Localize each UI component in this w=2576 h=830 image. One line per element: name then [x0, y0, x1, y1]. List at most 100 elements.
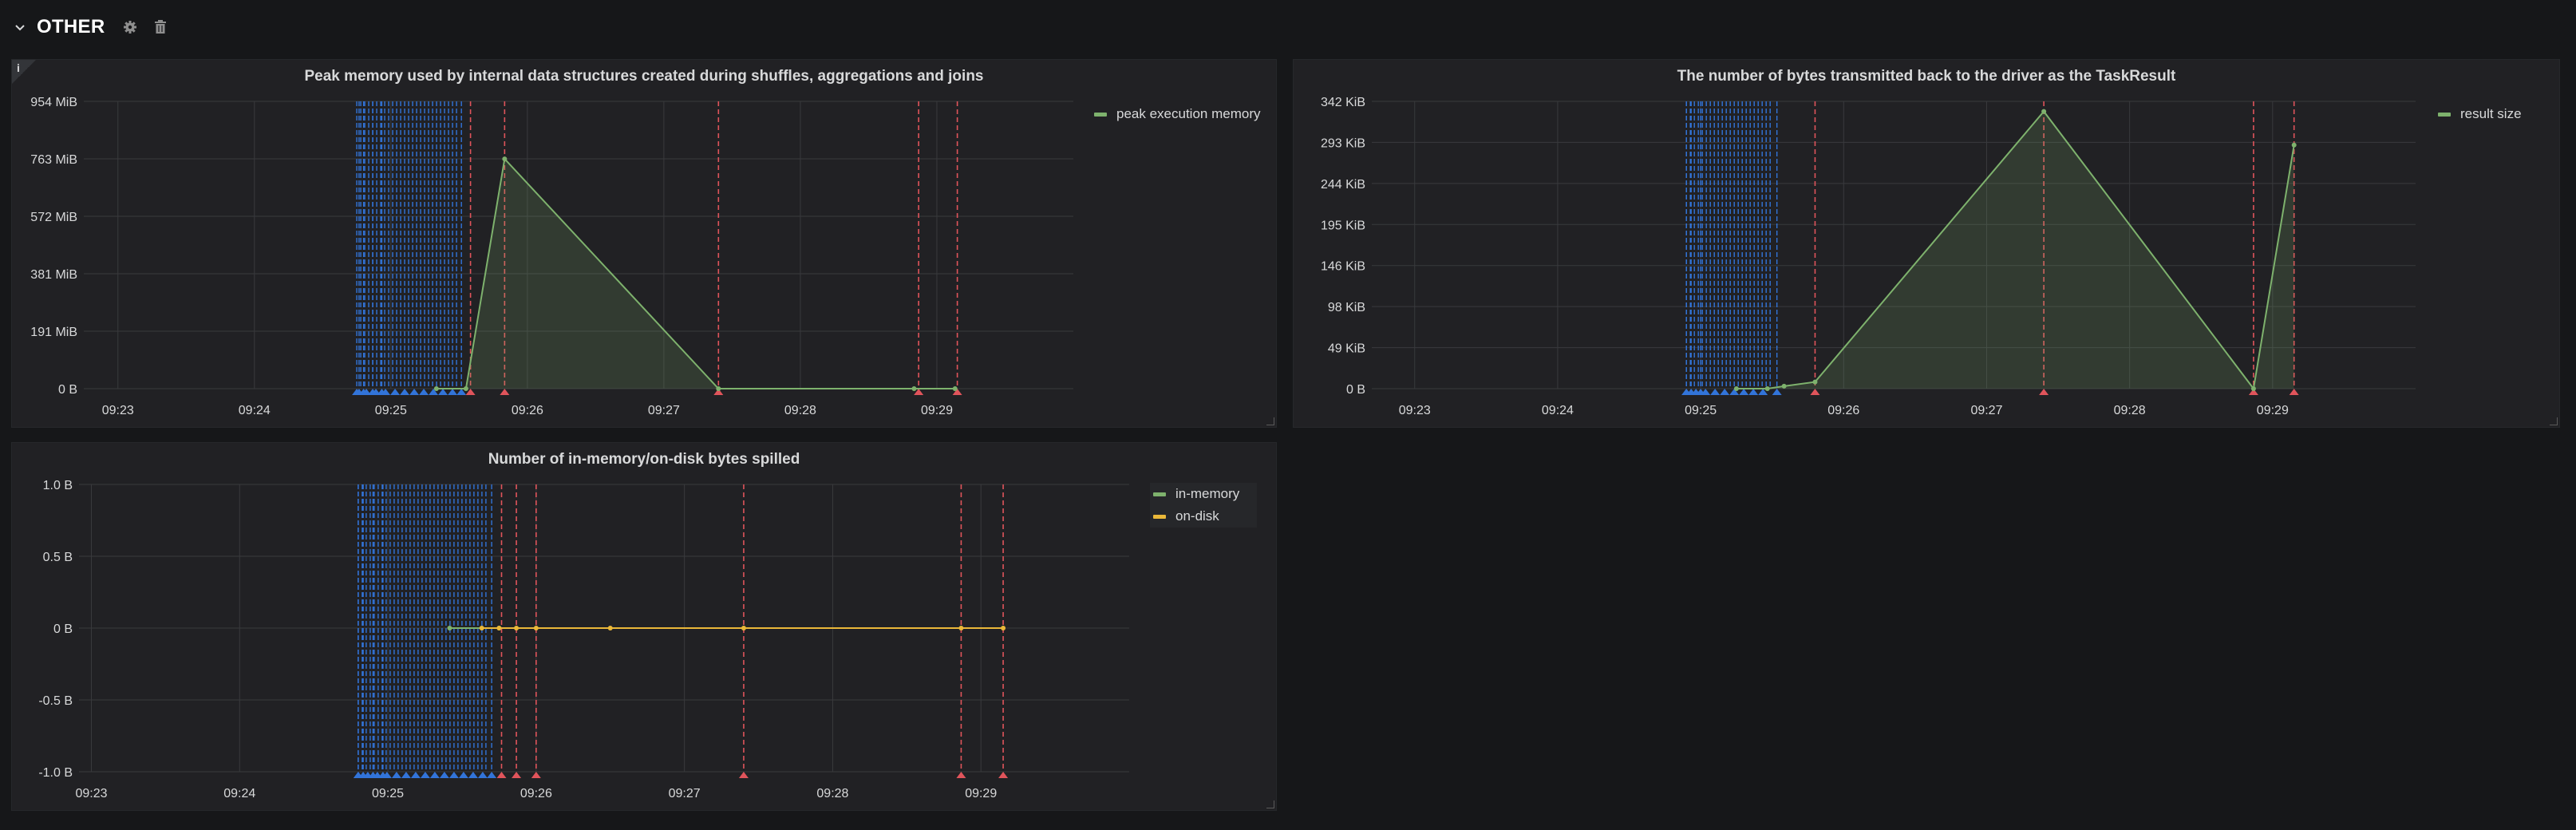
row-title[interactable]: OTHER	[37, 16, 105, 38]
x-tick-label: 09:25	[375, 404, 407, 417]
data-point	[1764, 386, 1770, 391]
y-tick-label: 381 MiB	[30, 268, 77, 282]
y-tick-label: 293 KiB	[1321, 136, 1365, 150]
annotation-triangle-red	[500, 389, 510, 395]
panel-result-size[interactable]: The number of bytes transmitted back to …	[1293, 59, 2560, 428]
annotation-triangle-blue	[1710, 389, 1721, 395]
chart-peak-memory[interactable]: 0 B 191 MiB 381 MiB 572 MiB 763 MiB 954 MiB 09…	[12, 60, 1278, 429]
annotation-triangle-blue	[477, 772, 488, 778]
resize-handle[interactable]	[1266, 800, 1274, 808]
annotation-triangle-blue	[419, 389, 429, 395]
x-tick-label: 09:23	[102, 404, 134, 417]
annotation-triangle-red	[496, 772, 507, 778]
x-tick-label: 09:27	[648, 404, 680, 417]
annotation-triangle-blue	[1748, 389, 1759, 395]
annotation-triangle-blue	[429, 772, 440, 778]
legend-swatch	[1153, 514, 1166, 519]
annotation-triangle-red	[956, 772, 966, 778]
trash-icon[interactable]	[152, 18, 169, 36]
data-point	[958, 626, 964, 630]
legend-label: in-memory	[1175, 486, 1240, 501]
legend: result size	[2435, 103, 2525, 125]
legend-label: peak execution memory	[1116, 106, 1261, 121]
data-point	[496, 626, 502, 630]
data-point	[1001, 626, 1006, 630]
x-tick-label: 09:25	[372, 787, 404, 800]
y-tick-label: -0.5 B	[38, 694, 73, 708]
y-tick-label: 0 B	[58, 383, 77, 397]
chart-result-size[interactable]: 0 B 49 KiB 98 KiB 146 KiB 195 KiB 244 KiB 293 …	[1294, 60, 2561, 429]
y-tick-label: 0 B	[1346, 383, 1365, 397]
y-tick-label: 954 MiB	[30, 96, 77, 109]
row-header: OTHER	[11, 11, 182, 43]
legend-item-on-disk[interactable]: on-disk	[1150, 505, 1257, 528]
x-tick-label: 09:28	[816, 787, 848, 800]
x-tick-label: 09:29	[921, 404, 953, 417]
annotation-triangle-blue	[400, 389, 410, 395]
legend: in-memory on-disk	[1150, 483, 1257, 528]
resize-handle[interactable]	[1266, 417, 1274, 425]
data-point	[1781, 383, 1787, 389]
data-point	[1733, 386, 1739, 391]
x-tick-label: 09:24	[239, 404, 271, 417]
legend-swatch	[2438, 112, 2451, 117]
annotation-triangle-blue	[401, 772, 411, 778]
annotation-triangle-blue	[420, 772, 430, 778]
annotation-triangle-red	[531, 772, 541, 778]
y-tick-label: 191 MiB	[30, 326, 77, 339]
annotation-triangle-red	[512, 772, 522, 778]
data-point	[447, 626, 452, 630]
data-point	[2041, 109, 2047, 114]
legend-label: result size	[2460, 106, 2522, 121]
data-point	[502, 156, 508, 162]
data-point	[533, 626, 539, 630]
annotation-triangle-blue	[458, 772, 468, 778]
y-tick-label: 1.0 B	[43, 479, 73, 492]
gear-icon[interactable]	[121, 18, 139, 36]
annotation-triangle-blue	[390, 389, 401, 395]
annotation-triangle-blue	[1739, 389, 1749, 395]
data-point	[479, 626, 484, 630]
chart-bytes-spilled[interactable]: -1.0 B -0.5 B 0 B 0.5 B 1.0 B 09:23 09:24 09:25…	[12, 443, 1278, 812]
x-tick-label: 09:28	[2114, 404, 2146, 417]
series-area	[1736, 111, 2294, 389]
legend-item-result-size[interactable]: result size	[2435, 103, 2525, 125]
x-tick-label: 09:27	[669, 787, 701, 800]
panel-bytes-spilled[interactable]: Number of in-memory/on-disk bytes spille…	[11, 442, 1277, 811]
x-tick-label: 09:29	[2257, 404, 2289, 417]
x-tick-label: 09:24	[223, 787, 255, 800]
data-point	[911, 386, 917, 391]
y-tick-label: 49 KiB	[1328, 342, 1365, 356]
resize-handle[interactable]	[2550, 417, 2558, 425]
panel-peak-memory[interactable]: i Peak memory used by internal data stru…	[11, 59, 1277, 428]
y-tick-label: 195 KiB	[1321, 219, 1365, 232]
legend-label: on-disk	[1175, 508, 1219, 524]
data-point	[716, 386, 721, 391]
x-tick-label: 09:24	[1542, 404, 1574, 417]
data-point	[741, 626, 746, 630]
annotation-triangle-blue	[448, 389, 458, 395]
annotation-triangle-blue	[439, 772, 449, 778]
data-point	[952, 386, 958, 391]
x-tick-label: 09:23	[75, 787, 107, 800]
data-point	[607, 626, 613, 630]
legend-item-in-memory[interactable]: in-memory	[1150, 483, 1257, 505]
annotation-triangle-blue	[468, 772, 478, 778]
annotation-triangle-red	[2039, 389, 2049, 395]
data-point	[514, 626, 520, 630]
annotation-triangle-blue	[1720, 389, 1730, 395]
legend-item-peak-execution-memory[interactable]: peak execution memory	[1091, 103, 1263, 125]
data-point	[2291, 142, 2297, 148]
x-tick-label: 09:23	[1399, 404, 1431, 417]
x-tick-label: 09:26	[520, 787, 552, 800]
annotation-triangle-red	[738, 772, 749, 778]
chevron-down-icon[interactable]	[11, 18, 29, 36]
x-tick-label: 09:25	[1685, 404, 1717, 417]
x-tick-label: 09:29	[965, 787, 997, 800]
legend: peak execution memory	[1091, 103, 1263, 125]
annotation-triangle-blue	[409, 389, 420, 395]
data-point	[463, 386, 468, 391]
y-tick-label: 763 MiB	[30, 153, 77, 167]
legend-swatch	[1153, 492, 1166, 496]
annotation-triangle-blue	[487, 772, 497, 778]
